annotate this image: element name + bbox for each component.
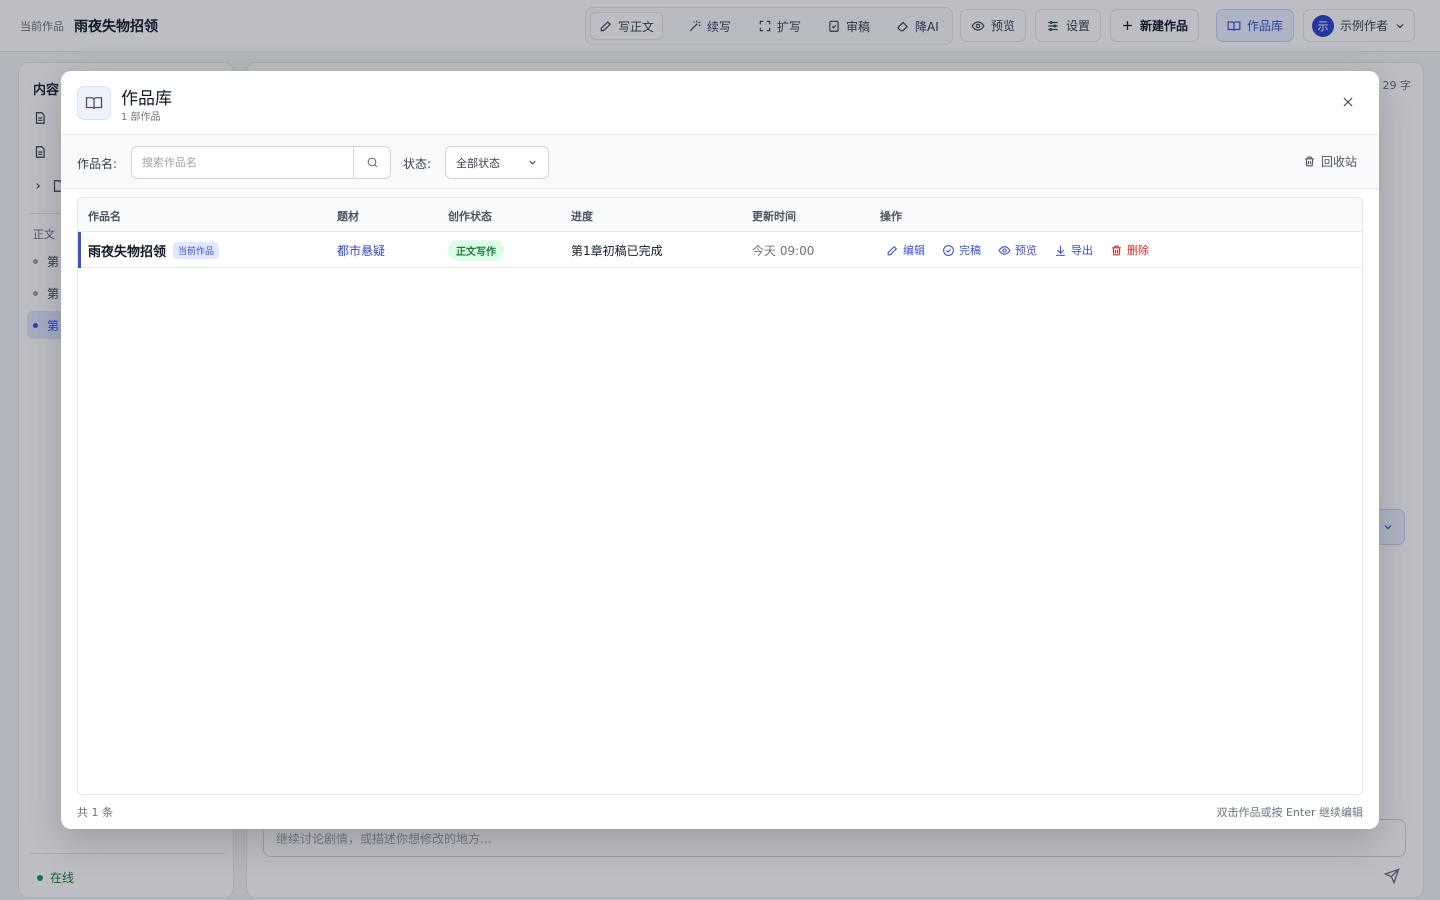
book-open-icon [77, 86, 111, 120]
search-icon [366, 156, 379, 169]
delete-button[interactable]: 删除 [1110, 242, 1149, 258]
status-badge: 正文写作 [448, 239, 504, 261]
delete-label: 删除 [1127, 244, 1149, 257]
cell-progress: 第1章初稿已完成 [571, 232, 663, 268]
current-work-badge: 当前作品 [173, 241, 220, 259]
chevron-down-icon [527, 157, 538, 168]
col-header-name: 作品名 [88, 210, 121, 223]
search-button[interactable] [353, 147, 390, 178]
updated-time: 今天 09:00 [752, 243, 815, 258]
status-select[interactable]: 全部状态 [445, 146, 549, 179]
col-header-genre: 题材 [337, 210, 359, 223]
col-header-status: 创作状态 [448, 210, 492, 223]
table-row[interactable]: 雨夜失物招领 当前作品 都市悬疑 正文写作 第1章初稿已完成 今天 09:00 … [78, 232, 1362, 268]
cell-name: 雨夜失物招领 当前作品 [88, 232, 220, 268]
pencil-icon [886, 244, 899, 257]
finish-label: 完稿 [959, 244, 981, 257]
col-header-updated: 更新时间 [752, 210, 796, 223]
modal-subtitle: 1 部作品 [121, 112, 161, 123]
trash-icon [1303, 155, 1316, 168]
edit-label: 编辑 [903, 244, 925, 257]
search-box [131, 146, 391, 179]
work-name: 雨夜失物招领 [88, 244, 167, 260]
eye-icon [998, 244, 1011, 257]
name-filter-label: 作品名: [77, 157, 118, 171]
filter-bar: 作品名: 状态: 全部状态 回收站 [61, 135, 1379, 189]
table-header: 作品名 题材 创作状态 进度 更新时间 操作 [78, 198, 1362, 232]
works-table: 作品名 题材 创作状态 进度 更新时间 操作 雨夜失物招领 当前作品 都市悬疑 … [77, 197, 1363, 795]
trash-icon [1110, 244, 1123, 257]
download-icon [1054, 244, 1067, 257]
check-circle-icon [942, 244, 955, 257]
cell-actions: 编辑 完稿 预览 导出 删除 [886, 232, 1166, 268]
col-header-actions: 操作 [880, 210, 902, 223]
progress-text: 第1章初稿已完成 [571, 243, 663, 258]
edit-button[interactable]: 编辑 [886, 242, 925, 258]
modal-title: 作品库 [121, 89, 172, 109]
close-icon [1341, 95, 1355, 109]
modal-header: 作品库 1 部作品 [61, 71, 1379, 135]
recycle-bin-button[interactable]: 回收站 [1303, 153, 1357, 170]
recycle-bin-label: 回收站 [1320, 155, 1357, 169]
cell-status: 正文写作 [448, 232, 504, 268]
preview-row-button[interactable]: 预览 [998, 242, 1037, 258]
export-button[interactable]: 导出 [1054, 242, 1093, 258]
keyboard-hint: 双击作品或按 Enter 继续编辑 [1216, 806, 1363, 819]
finish-button[interactable]: 完稿 [942, 242, 981, 258]
status-filter-label: 状态: [403, 157, 432, 171]
col-header-progress: 进度 [571, 210, 593, 223]
status-select-value: 全部状态 [456, 156, 500, 170]
search-input[interactable] [132, 147, 354, 178]
total-count: 共 1 条 [77, 806, 113, 819]
export-label: 导出 [1071, 244, 1093, 257]
cell-updated: 今天 09:00 [752, 232, 814, 268]
current-row-indicator [78, 232, 81, 268]
library-modal: 作品库 1 部作品 作品名: 状态: 全部状态 回收站 作品名 题材 创作状态 … [61, 71, 1379, 829]
close-button[interactable] [1339, 93, 1357, 111]
genre-link[interactable]: 都市悬疑 [337, 242, 385, 259]
preview-row-label: 预览 [1015, 244, 1037, 257]
cell-genre: 都市悬疑 [337, 232, 385, 268]
